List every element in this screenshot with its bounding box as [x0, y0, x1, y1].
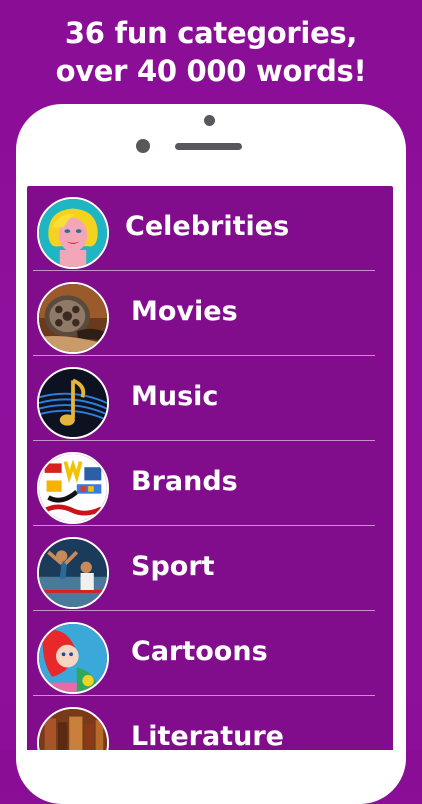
category-item-movies[interactable]: Movies	[27, 271, 393, 356]
category-item-music[interactable]: Music	[27, 356, 393, 441]
music-note-icon	[37, 367, 109, 439]
category-label-cartoons: Cartoons	[131, 636, 268, 667]
category-label-movies: Movies	[131, 296, 238, 327]
books-icon	[37, 707, 109, 750]
headline-line-1: 36 fun categories,	[64, 16, 358, 50]
category-label-brands: Brands	[131, 466, 238, 497]
category-label-literature: Literature	[131, 721, 284, 750]
category-item-brands[interactable]: Brands	[27, 441, 393, 526]
brand-logos-icon	[37, 452, 109, 524]
category-label-sport: Sport	[131, 551, 215, 582]
headline-line-2: over 40 000 words!	[55, 54, 367, 88]
category-label-music: Music	[131, 381, 219, 412]
front-camera	[204, 115, 215, 126]
category-label-celebrities: Celebrities	[125, 211, 290, 242]
celebrity-portrait-icon	[37, 197, 109, 269]
category-item-sport[interactable]: Sport	[27, 526, 393, 611]
category-item-literature[interactable]: Literature	[27, 696, 393, 750]
category-item-celebrities[interactable]: Celebrities	[27, 186, 393, 271]
mermaid-cartoon-icon	[37, 622, 109, 694]
proximity-sensor	[136, 139, 150, 153]
category-list: Celebrities Movies Music Brands Sport Ca…	[27, 186, 393, 750]
earpiece-speaker	[175, 143, 242, 150]
category-item-cartoons[interactable]: Cartoons	[27, 611, 393, 696]
film-reel-icon	[37, 282, 109, 354]
headline: 36 fun categories, over 40 000 words!	[0, 14, 422, 90]
sprinter-icon	[37, 537, 109, 609]
